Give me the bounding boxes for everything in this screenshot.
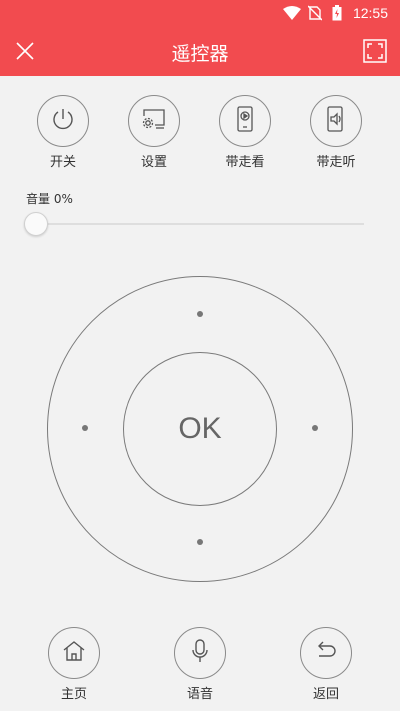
back-label: 返回 xyxy=(312,687,339,702)
power-label: 开关 xyxy=(49,155,76,170)
listen-on-phone-label: 带走听 xyxy=(316,155,356,170)
battery-icon xyxy=(332,5,342,25)
dpad-up-button[interactable] xyxy=(197,311,203,317)
no-sim-icon xyxy=(307,5,323,25)
status-time: 12:55 xyxy=(352,5,388,21)
listen-on-phone-button[interactable]: 带走听 xyxy=(296,95,376,170)
dpad-left-button[interactable] xyxy=(82,425,88,431)
home-icon xyxy=(62,640,86,666)
ok-label: OK xyxy=(178,412,222,445)
home-label: 主页 xyxy=(60,687,87,702)
back-icon xyxy=(314,640,338,666)
phone-audio-icon xyxy=(326,106,346,136)
top-button-row: 开关 设置 带走看 带走听 xyxy=(0,95,400,175)
status-bar: 12:55 xyxy=(0,0,400,26)
ok-button[interactable]: OK xyxy=(123,352,277,506)
watch-on-phone-label: 带走看 xyxy=(225,155,265,170)
back-button[interactable]: 返回 xyxy=(286,627,366,702)
voice-label: 语音 xyxy=(186,687,213,702)
page-title: 遥控器 xyxy=(171,43,229,65)
dpad-down-button[interactable] xyxy=(197,539,203,545)
wifi-icon xyxy=(283,5,301,24)
home-button[interactable]: 主页 xyxy=(34,627,114,702)
volume-label: 音量 0% xyxy=(26,192,73,206)
settings-label: 设置 xyxy=(140,155,167,170)
volume-slider-thumb[interactable] xyxy=(24,212,48,236)
dpad-right-button[interactable] xyxy=(312,425,318,431)
volume-slider-track[interactable] xyxy=(36,223,364,225)
settings-button[interactable]: 设置 xyxy=(114,95,194,170)
fullscreen-icon[interactable] xyxy=(362,38,388,64)
power-icon xyxy=(51,107,75,135)
watch-on-phone-button[interactable]: 带走看 xyxy=(205,95,285,170)
power-button[interactable]: 开关 xyxy=(23,95,103,170)
app-header: 12:55 遥控器 xyxy=(0,0,400,76)
phone-play-icon xyxy=(236,106,254,136)
bottom-button-row: 主页 语音 返回 xyxy=(0,627,400,707)
settings-screen-icon xyxy=(141,107,167,135)
microphone-icon xyxy=(190,638,210,668)
voice-button[interactable]: 语音 xyxy=(160,627,240,702)
